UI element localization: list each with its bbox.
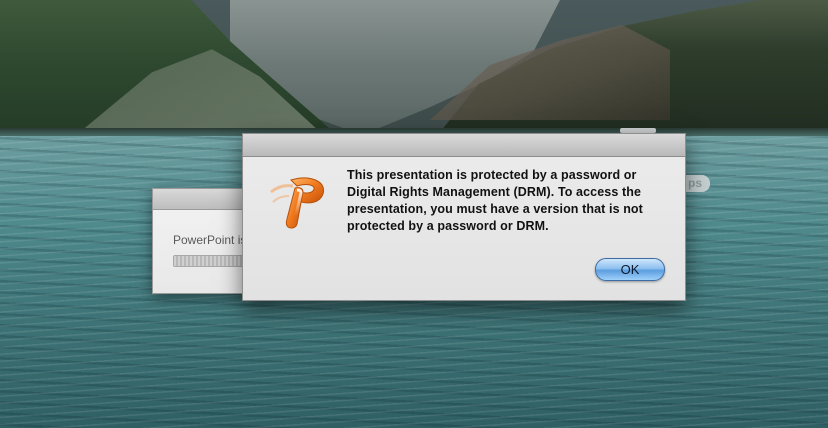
alert-message: This presentation is protected by a pass… xyxy=(347,168,643,233)
background-window-fragment-text: ps xyxy=(687,176,702,190)
drm-alert-dialog: This presentation is protected by a pass… xyxy=(242,133,686,301)
progress-status-text: PowerPoint is xyxy=(173,233,247,247)
ok-button[interactable]: OK xyxy=(595,258,665,281)
alert-titlebar[interactable] xyxy=(243,134,685,157)
powerpoint-icon xyxy=(267,170,331,234)
